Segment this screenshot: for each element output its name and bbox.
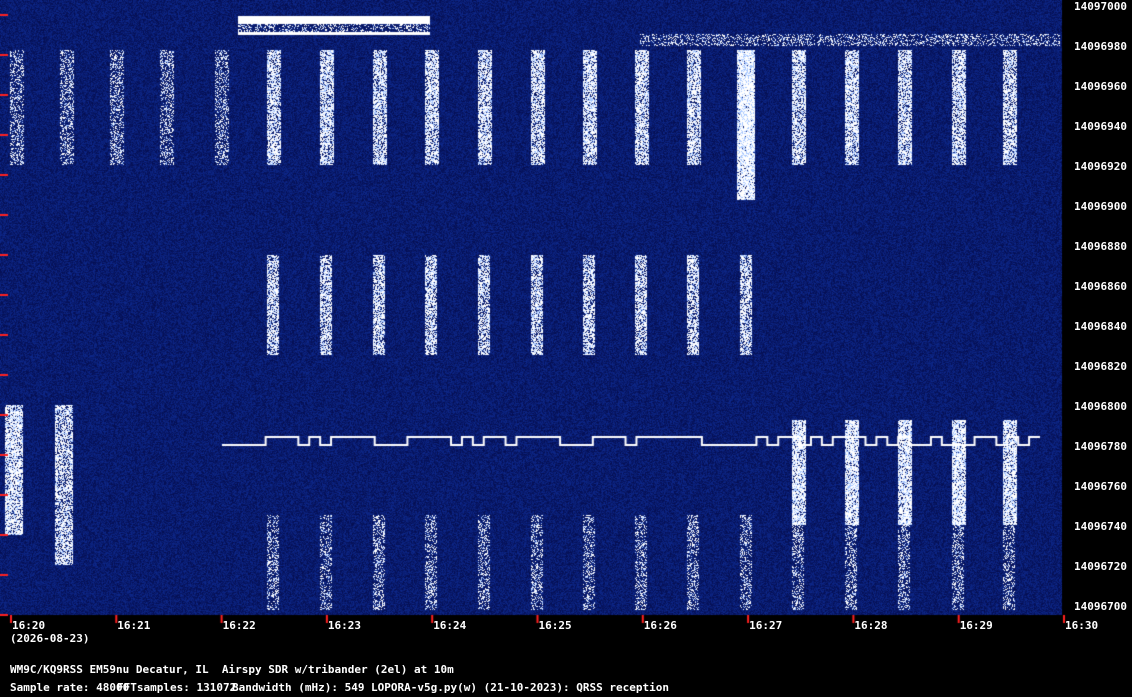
freq-label: 14096780 — [1074, 440, 1127, 453]
freq-label: 14096700 — [1074, 600, 1127, 613]
sample-rate: Sample rate: 48000 — [10, 681, 130, 694]
freq-label: 14096900 — [1074, 200, 1127, 213]
freq-label: 14097000 — [1074, 0, 1127, 13]
date-label: (2026-08-23) — [10, 632, 90, 645]
time-label: 16:26 — [643, 619, 677, 632]
freq-label: 14096920 — [1074, 160, 1127, 173]
freq-label: 14096960 — [1074, 80, 1127, 93]
freq-label: 14096720 — [1074, 560, 1127, 573]
software-info: LOPORA-v5g.py(w) (21-10-2023): QRSS rece… — [371, 681, 670, 694]
freq-label: 14096860 — [1074, 280, 1127, 293]
time-label: 16:22 — [222, 619, 256, 632]
bandwidth: Bandwidth (mHz): 549 — [232, 681, 365, 694]
time-label: 16:27 — [749, 619, 783, 632]
freq-label: 14096740 — [1074, 520, 1127, 533]
freq-label: 14096840 — [1074, 320, 1127, 333]
freq-label: 14096820 — [1074, 360, 1127, 373]
freq-label: 14096880 — [1074, 240, 1127, 253]
time-label: 16:21 — [117, 619, 151, 632]
freq-label: 14096940 — [1074, 120, 1127, 133]
freq-label: 14096760 — [1074, 480, 1127, 493]
station-info: WM9C/KQ9RSS EM59nu Decatur, IL Airspy SD… — [10, 663, 454, 676]
time-label: 16:30 — [1065, 619, 1099, 632]
freq-label: 14096800 — [1074, 400, 1127, 413]
time-label: 16:20 — [12, 619, 46, 632]
fft-samples: FFTsamples: 131072 — [117, 681, 237, 694]
freq-label: 14096980 — [1074, 40, 1127, 53]
time-label: 16:24 — [433, 619, 467, 632]
time-label: 16:25 — [538, 619, 572, 632]
waterfall-spectrogram — [0, 0, 1132, 697]
time-label: 16:29 — [959, 619, 993, 632]
time-label: 16:28 — [854, 619, 888, 632]
time-label: 16:23 — [327, 619, 362, 632]
